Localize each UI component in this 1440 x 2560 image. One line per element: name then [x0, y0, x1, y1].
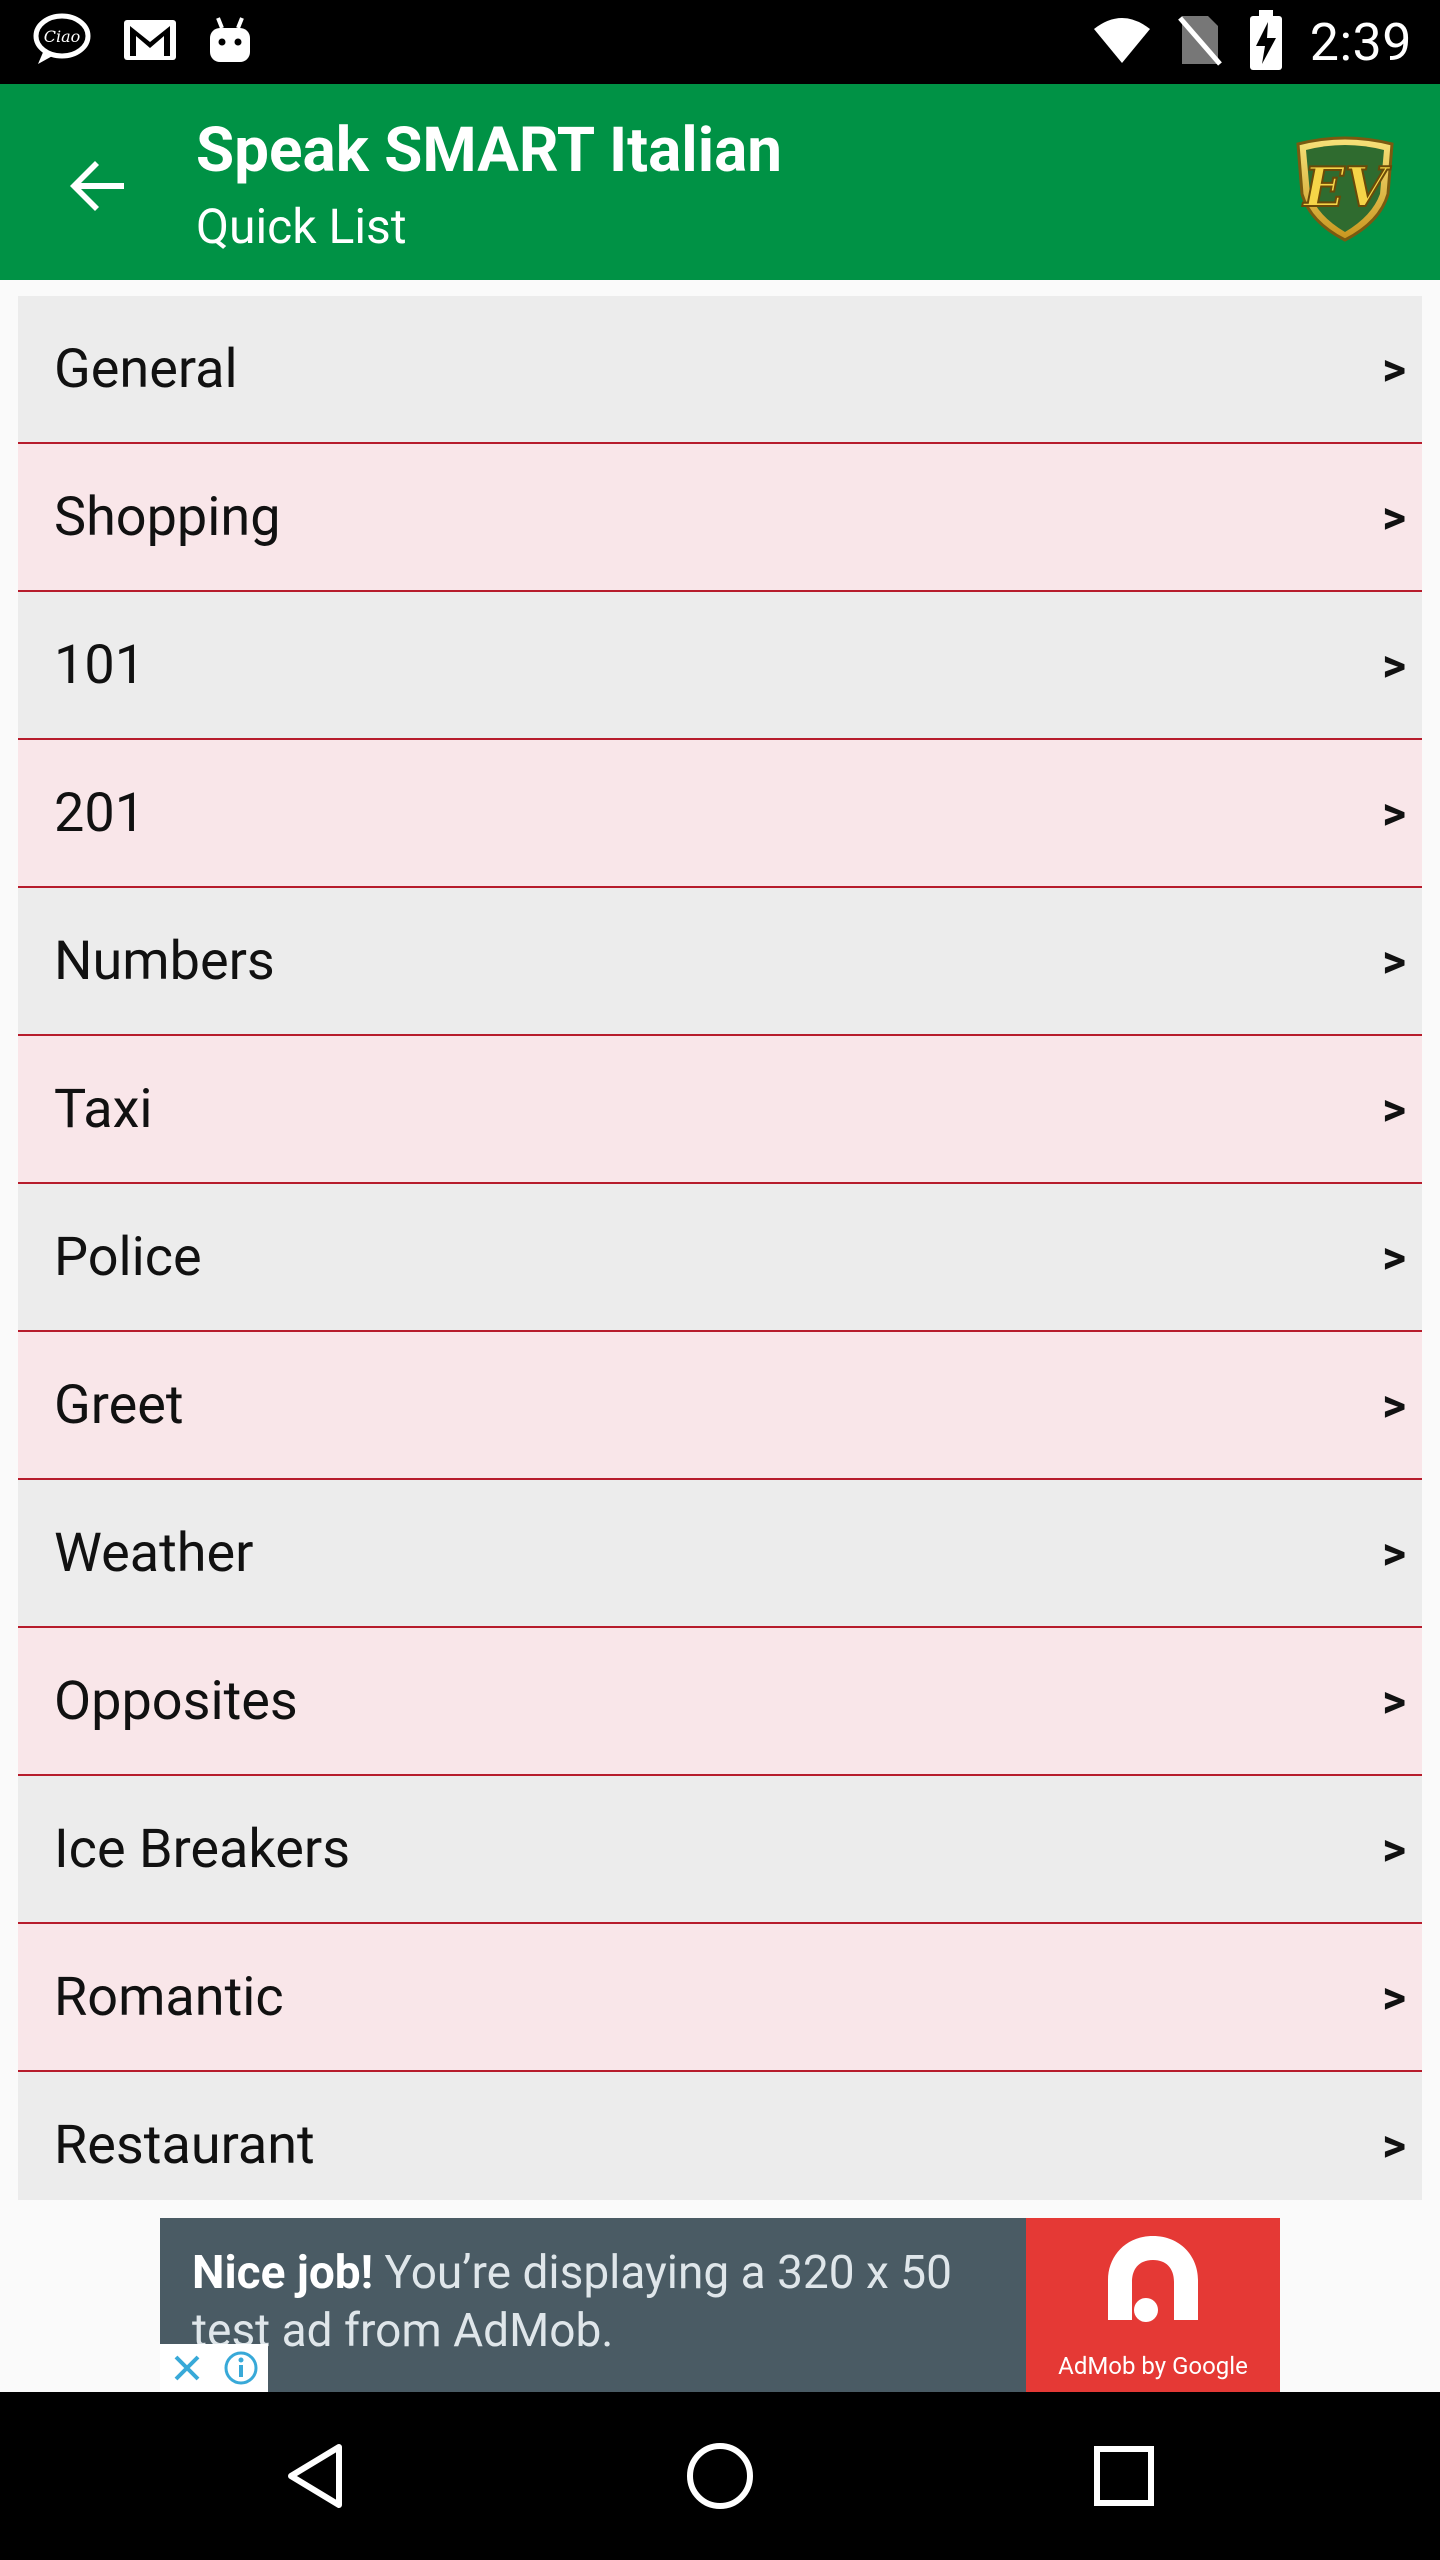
chevron-right-icon: > [1382, 1231, 1406, 1285]
quick-list: General > Shopping >101 >201 > Numbers > Taxi > Po… [0, 280, 1440, 2200]
svg-text:Ciao: Ciao [44, 27, 81, 46]
chevron-right-icon: > [1382, 935, 1406, 989]
nav-recents-button[interactable] [1074, 2426, 1174, 2526]
app-title: Speak SMART Italian [196, 114, 783, 187]
wifi-icon [1092, 15, 1152, 69]
ad-close-icon[interactable] [160, 2344, 214, 2392]
list-item-label: Numbers [54, 930, 275, 993]
ad-info-icon[interactable] [214, 2344, 268, 2392]
ad-choices [160, 2344, 268, 2392]
list-item-label: Police [54, 1226, 202, 1289]
ad-brand: AdMob by Google [1058, 2352, 1248, 2380]
list-item[interactable]: Taxi > [18, 1036, 1422, 1184]
chevron-right-icon: > [1382, 787, 1406, 841]
list-item-label: Ice Breakers [54, 1818, 351, 1881]
list-item-label: Shopping [54, 486, 281, 549]
ciao-app-icon: Ciao [30, 8, 94, 76]
chevron-right-icon: > [1382, 1971, 1406, 2025]
status-time: 2:39 [1309, 11, 1412, 73]
chevron-right-icon: > [1382, 639, 1406, 693]
list-item[interactable]: General > [18, 296, 1422, 444]
nav-home-button[interactable] [670, 2426, 770, 2526]
app-subtitle: Quick List [196, 198, 407, 255]
chevron-right-icon: > [1382, 1527, 1406, 1581]
app-bar: Speak SMART Italian Quick List EV [0, 84, 1440, 280]
list-item[interactable]: Numbers > [18, 888, 1422, 1036]
back-button[interactable] [50, 138, 146, 234]
home-icon [687, 2443, 753, 2509]
list-item[interactable]: Shopping > [18, 444, 1422, 592]
list-item-label: 101 [54, 634, 146, 697]
list-item[interactable]: Opposites > [18, 1628, 1422, 1776]
back-icon [288, 2444, 342, 2508]
list-item-label: Greet [54, 1374, 184, 1437]
list-item[interactable]: 101 > [18, 592, 1422, 740]
list-item-label: Romantic [54, 1966, 284, 2029]
admob-logo-icon [1108, 2236, 1198, 2322]
list-item-label: Opposites [54, 1670, 298, 1733]
list-item-label: General [54, 338, 238, 401]
recents-icon [1094, 2446, 1154, 2506]
chevron-right-icon: > [1382, 1675, 1406, 1729]
status-bar: Ciao 2:39 [0, 0, 1440, 84]
ev-logo[interactable]: EV [1290, 134, 1400, 244]
ad-text: Nice job! You’re displaying a 320 x 50 t… [192, 2244, 1032, 2360]
android-icon [206, 14, 254, 70]
chevron-right-icon: > [1382, 1379, 1406, 1433]
list-item[interactable]: Greet > [18, 1332, 1422, 1480]
ad-container: Nice job! You’re displaying a 320 x 50 t… [0, 2200, 1440, 2392]
list-item[interactable]: Police > [18, 1184, 1422, 1332]
list-item-label: Restaurant [54, 2114, 315, 2177]
chevron-right-icon: > [1382, 343, 1406, 397]
list-item[interactable]: Restaurant > [18, 2072, 1422, 2200]
ad-logo-panel: AdMob by Google [1026, 2218, 1280, 2392]
chevron-right-icon: > [1382, 1823, 1406, 1877]
chevron-right-icon: > [1382, 1083, 1406, 1137]
list-item[interactable]: Weather > [18, 1480, 1422, 1628]
category-list: General > Shopping >101 >201 > Numbers > Taxi > Po… [18, 296, 1422, 2200]
no-sim-icon [1177, 12, 1222, 72]
chevron-right-icon: > [1382, 2119, 1406, 2173]
gmail-icon [122, 18, 178, 66]
arrow-left-icon [70, 161, 124, 211]
list-item[interactable]: Romantic > [18, 1924, 1422, 2072]
list-item-label: 201 [54, 782, 146, 845]
system-nav-bar [0, 2392, 1440, 2560]
list-item-label: Taxi [54, 1078, 153, 1141]
admob-test-ad[interactable]: Nice job! You’re displaying a 320 x 50 t… [160, 2218, 1280, 2392]
chevron-right-icon: > [1382, 491, 1406, 545]
list-item[interactable]: 201 > [18, 740, 1422, 888]
nav-back-button[interactable] [266, 2426, 366, 2526]
list-item[interactable]: Ice Breakers > [18, 1776, 1422, 1924]
ev-logo-text: EV [1301, 155, 1391, 219]
battery-charging-icon [1248, 10, 1284, 74]
list-item-label: Weather [54, 1522, 254, 1585]
ad-headline: Nice job! [192, 2246, 374, 2300]
